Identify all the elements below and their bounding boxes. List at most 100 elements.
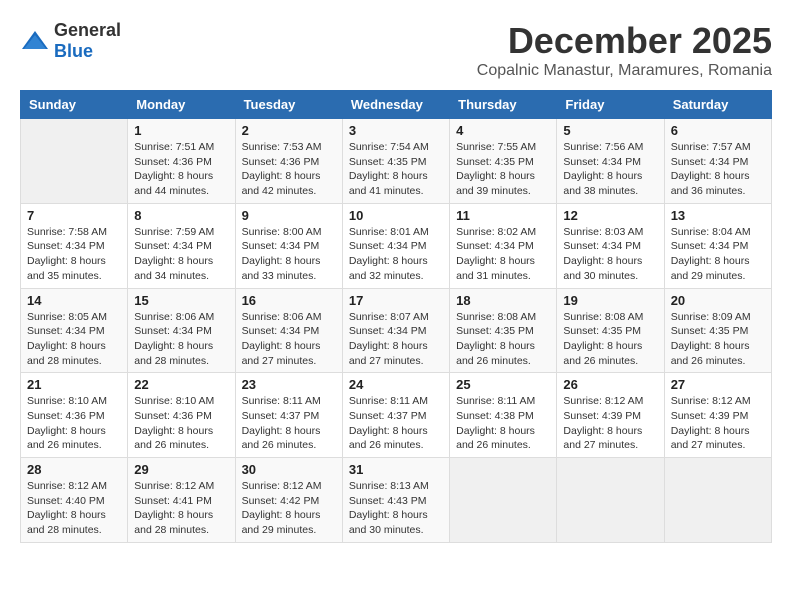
day-info: Sunrise: 7:53 AM Sunset: 4:36 PM Dayligh…	[242, 140, 336, 199]
day-info: Sunrise: 8:12 AM Sunset: 4:39 PM Dayligh…	[671, 394, 765, 453]
day-number: 28	[27, 462, 121, 477]
calendar-cell	[21, 119, 128, 204]
day-number: 9	[242, 208, 336, 223]
weekday-header-friday: Friday	[557, 91, 664, 119]
calendar-cell: 11 Sunrise: 8:02 AM Sunset: 4:34 PM Dayli…	[450, 203, 557, 288]
calendar-cell: 1 Sunrise: 7:51 AM Sunset: 4:36 PM Daylig…	[128, 119, 235, 204]
calendar-cell: 23 Sunrise: 8:11 AM Sunset: 4:37 PM Dayli…	[235, 373, 342, 458]
day-number: 24	[349, 377, 443, 392]
day-info: Sunrise: 8:13 AM Sunset: 4:43 PM Dayligh…	[349, 479, 443, 538]
day-number: 22	[134, 377, 228, 392]
day-number: 14	[27, 293, 121, 308]
day-number: 15	[134, 293, 228, 308]
logo: General Blue	[20, 20, 121, 62]
day-number: 12	[563, 208, 657, 223]
day-info: Sunrise: 7:57 AM Sunset: 4:34 PM Dayligh…	[671, 140, 765, 199]
day-number: 13	[671, 208, 765, 223]
day-info: Sunrise: 8:05 AM Sunset: 4:34 PM Dayligh…	[27, 310, 121, 369]
day-info: Sunrise: 8:12 AM Sunset: 4:40 PM Dayligh…	[27, 479, 121, 538]
day-info: Sunrise: 8:06 AM Sunset: 4:34 PM Dayligh…	[134, 310, 228, 369]
day-info: Sunrise: 8:00 AM Sunset: 4:34 PM Dayligh…	[242, 225, 336, 284]
calendar-cell: 15 Sunrise: 8:06 AM Sunset: 4:34 PM Dayli…	[128, 288, 235, 373]
day-number: 23	[242, 377, 336, 392]
calendar-body: 1 Sunrise: 7:51 AM Sunset: 4:36 PM Daylig…	[21, 119, 772, 543]
calendar-cell: 14 Sunrise: 8:05 AM Sunset: 4:34 PM Dayli…	[21, 288, 128, 373]
calendar-cell: 19 Sunrise: 8:08 AM Sunset: 4:35 PM Dayli…	[557, 288, 664, 373]
day-number: 18	[456, 293, 550, 308]
day-number: 31	[349, 462, 443, 477]
calendar-cell: 24Sunrise: 8:11 AM Sunset: 4:37 PM Dayli…	[342, 373, 449, 458]
calendar-cell: 6 Sunrise: 7:57 AM Sunset: 4:34 PM Daylig…	[664, 119, 771, 204]
calendar-cell: 7 Sunrise: 7:58 AM Sunset: 4:34 PM Daylig…	[21, 203, 128, 288]
calendar-cell: 27 Sunrise: 8:12 AM Sunset: 4:39 PM Dayli…	[664, 373, 771, 458]
day-info: Sunrise: 7:59 AM Sunset: 4:34 PM Dayligh…	[134, 225, 228, 284]
day-info: Sunrise: 8:03 AM Sunset: 4:34 PM Dayligh…	[563, 225, 657, 284]
day-number: 20	[671, 293, 765, 308]
day-info: Sunrise: 8:07 AM Sunset: 4:34 PM Dayligh…	[349, 310, 443, 369]
day-info: Sunrise: 8:06 AM Sunset: 4:34 PM Dayligh…	[242, 310, 336, 369]
logo-general-text: General	[54, 20, 121, 40]
calendar-cell: 10 Sunrise: 8:01 AM Sunset: 4:34 PM Dayli…	[342, 203, 449, 288]
day-number: 4	[456, 123, 550, 138]
page-header: General Blue December 2025 Copalnic Mana…	[20, 20, 772, 80]
day-number: 19	[563, 293, 657, 308]
day-number: 7	[27, 208, 121, 223]
day-number: 29	[134, 462, 228, 477]
calendar-cell	[557, 458, 664, 543]
calendar-cell: 25 Sunrise: 8:11 AM Sunset: 4:38 PM Dayli…	[450, 373, 557, 458]
weekday-header-sunday: Sunday	[21, 91, 128, 119]
day-info: Sunrise: 7:54 AM Sunset: 4:35 PM Dayligh…	[349, 140, 443, 199]
day-number: 1	[134, 123, 228, 138]
calendar-cell: 28 Sunrise: 8:12 AM Sunset: 4:40 PM Dayli…	[21, 458, 128, 543]
day-number: 25	[456, 377, 550, 392]
calendar-cell: 3 Sunrise: 7:54 AM Sunset: 4:35 PM Daylig…	[342, 119, 449, 204]
calendar-cell: 22 Sunrise: 8:10 AM Sunset: 4:36 PM Dayli…	[128, 373, 235, 458]
calendar-table: SundayMondayTuesdayWednesdayThursdayFrid…	[20, 90, 772, 543]
calendar-week-4: 21Sunrise: 8:10 AM Sunset: 4:36 PM Dayli…	[21, 373, 772, 458]
day-number: 2	[242, 123, 336, 138]
calendar-header: SundayMondayTuesdayWednesdayThursdayFrid…	[21, 91, 772, 119]
weekday-header-saturday: Saturday	[664, 91, 771, 119]
day-info: Sunrise: 8:02 AM Sunset: 4:34 PM Dayligh…	[456, 225, 550, 284]
day-number: 27	[671, 377, 765, 392]
day-info: Sunrise: 8:11 AM Sunset: 4:37 PM Dayligh…	[242, 394, 336, 453]
day-info: Sunrise: 8:01 AM Sunset: 4:34 PM Dayligh…	[349, 225, 443, 284]
calendar-week-1: 1 Sunrise: 7:51 AM Sunset: 4:36 PM Daylig…	[21, 119, 772, 204]
calendar-cell: 5Sunrise: 7:56 AM Sunset: 4:34 PM Daylig…	[557, 119, 664, 204]
day-number: 3	[349, 123, 443, 138]
calendar-cell: 20Sunrise: 8:09 AM Sunset: 4:35 PM Dayli…	[664, 288, 771, 373]
day-info: Sunrise: 7:56 AM Sunset: 4:34 PM Dayligh…	[563, 140, 657, 199]
calendar-cell: 26 Sunrise: 8:12 AM Sunset: 4:39 PM Dayli…	[557, 373, 664, 458]
calendar-week-2: 7 Sunrise: 7:58 AM Sunset: 4:34 PM Daylig…	[21, 203, 772, 288]
day-info: Sunrise: 8:08 AM Sunset: 4:35 PM Dayligh…	[456, 310, 550, 369]
day-number: 17	[349, 293, 443, 308]
day-info: Sunrise: 7:55 AM Sunset: 4:35 PM Dayligh…	[456, 140, 550, 199]
calendar-cell: 16Sunrise: 8:06 AM Sunset: 4:34 PM Dayli…	[235, 288, 342, 373]
day-info: Sunrise: 8:12 AM Sunset: 4:41 PM Dayligh…	[134, 479, 228, 538]
day-info: Sunrise: 8:08 AM Sunset: 4:35 PM Dayligh…	[563, 310, 657, 369]
weekday-row: SundayMondayTuesdayWednesdayThursdayFrid…	[21, 91, 772, 119]
weekday-header-monday: Monday	[128, 91, 235, 119]
day-number: 11	[456, 208, 550, 223]
day-number: 6	[671, 123, 765, 138]
day-number: 26	[563, 377, 657, 392]
weekday-header-thursday: Thursday	[450, 91, 557, 119]
day-info: Sunrise: 8:12 AM Sunset: 4:39 PM Dayligh…	[563, 394, 657, 453]
calendar-cell: 8Sunrise: 7:59 AM Sunset: 4:34 PM Daylig…	[128, 203, 235, 288]
day-info: Sunrise: 8:10 AM Sunset: 4:36 PM Dayligh…	[134, 394, 228, 453]
calendar-cell: 13Sunrise: 8:04 AM Sunset: 4:34 PM Dayli…	[664, 203, 771, 288]
calendar-cell: 31 Sunrise: 8:13 AM Sunset: 4:43 PM Dayli…	[342, 458, 449, 543]
calendar-cell: 4 Sunrise: 7:55 AM Sunset: 4:35 PM Daylig…	[450, 119, 557, 204]
calendar-cell: 12 Sunrise: 8:03 AM Sunset: 4:34 PM Dayli…	[557, 203, 664, 288]
day-info: Sunrise: 7:51 AM Sunset: 4:36 PM Dayligh…	[134, 140, 228, 199]
calendar-cell: 30Sunrise: 8:12 AM Sunset: 4:42 PM Dayli…	[235, 458, 342, 543]
weekday-header-tuesday: Tuesday	[235, 91, 342, 119]
calendar-cell: 18 Sunrise: 8:08 AM Sunset: 4:35 PM Dayli…	[450, 288, 557, 373]
day-info: Sunrise: 7:58 AM Sunset: 4:34 PM Dayligh…	[27, 225, 121, 284]
weekday-header-wednesday: Wednesday	[342, 91, 449, 119]
day-info: Sunrise: 8:11 AM Sunset: 4:38 PM Dayligh…	[456, 394, 550, 453]
calendar-cell: 9 Sunrise: 8:00 AM Sunset: 4:34 PM Daylig…	[235, 203, 342, 288]
day-number: 10	[349, 208, 443, 223]
location-title: Copalnic Manastur, Maramures, Romania	[477, 62, 772, 80]
calendar-cell	[664, 458, 771, 543]
